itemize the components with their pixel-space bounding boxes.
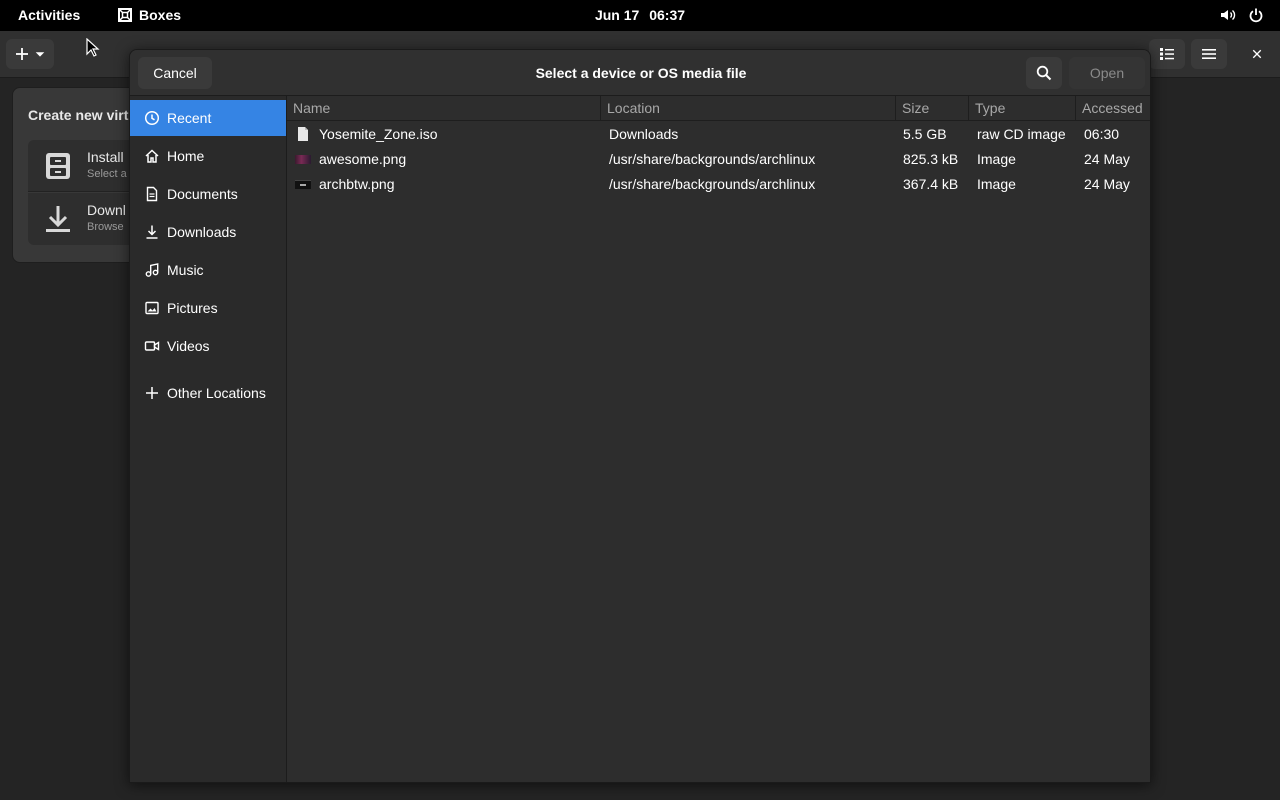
sidebar-divider bbox=[130, 416, 286, 417]
install-media-icon bbox=[46, 153, 70, 179]
file-list: Name Location Size Type Accessed Yosemit… bbox=[287, 96, 1150, 782]
dialog-headerbar: Cancel Select a device or OS media file … bbox=[130, 50, 1150, 96]
file-name: awesome.png bbox=[319, 151, 407, 167]
file-type: Image bbox=[977, 176, 1016, 192]
search-button[interactable] bbox=[1026, 57, 1062, 89]
file-name: archbtw.png bbox=[319, 176, 395, 192]
sidebar-item-recent[interactable]: Recent bbox=[130, 100, 286, 136]
list-view-icon bbox=[1160, 48, 1174, 60]
hamburger-icon bbox=[1202, 49, 1216, 59]
home-icon bbox=[145, 149, 159, 163]
sidebar-item-label: Music bbox=[167, 262, 204, 278]
close-icon bbox=[1252, 49, 1262, 59]
file-location: /usr/share/backgrounds/archlinux bbox=[609, 151, 816, 167]
file-location: Downloads bbox=[609, 126, 679, 142]
search-icon bbox=[1036, 65, 1052, 81]
file-accessed: 24 May bbox=[1084, 151, 1130, 167]
column-header-size[interactable]: Size bbox=[896, 96, 969, 121]
file-accessed: 24 May bbox=[1084, 176, 1130, 192]
sidebar-item-other-locations[interactable]: Other Locations bbox=[130, 375, 286, 411]
close-window-button[interactable] bbox=[1239, 39, 1275, 69]
plus-icon bbox=[15, 48, 28, 60]
sidebar-item-pictures[interactable]: Pictures bbox=[130, 290, 286, 326]
picture-icon bbox=[145, 301, 159, 315]
system-tray[interactable] bbox=[1220, 7, 1264, 23]
new-vm-button[interactable] bbox=[6, 39, 54, 69]
sidebar-item-label: Videos bbox=[167, 338, 210, 354]
dialog-title: Select a device or OS media file bbox=[535, 65, 747, 81]
file-row[interactable]: awesome.png /usr/share/backgrounds/archl… bbox=[287, 147, 1150, 172]
video-icon bbox=[144, 341, 160, 351]
clock[interactable]: Jun 17 06:37 bbox=[0, 7, 1280, 23]
sidebar-item-label: Pictures bbox=[167, 300, 218, 316]
download-card-title: Downl bbox=[87, 202, 126, 218]
sidebar-item-music[interactable]: Music bbox=[130, 252, 286, 288]
column-header-type[interactable]: Type bbox=[969, 96, 1076, 121]
sidebar-item-home[interactable]: Home bbox=[130, 138, 286, 174]
file-location: /usr/share/backgrounds/archlinux bbox=[609, 176, 816, 192]
sidebar-item-videos[interactable]: Videos bbox=[130, 328, 286, 364]
file-accessed: 06:30 bbox=[1084, 126, 1120, 142]
sidebar-item-label: Documents bbox=[167, 186, 238, 202]
places-sidebar: Recent Home Documents Downloads Music Pi… bbox=[130, 96, 287, 782]
top-bar: Activities Boxes Jun 17 06:37 bbox=[0, 0, 1280, 31]
sidebar-item-label: Home bbox=[167, 148, 205, 164]
image-thumbnail bbox=[295, 155, 311, 164]
file-name: Yosemite_Zone.iso bbox=[319, 126, 438, 142]
document-icon bbox=[146, 186, 158, 202]
install-card-title: Install bbox=[87, 149, 124, 165]
file-row[interactable]: archbtw.png /usr/share/backgrounds/archl… bbox=[287, 172, 1150, 197]
install-card-subtitle: Select a bbox=[87, 168, 127, 180]
sidebar-item-label: Recent bbox=[167, 110, 212, 126]
column-header-name[interactable]: Name bbox=[287, 96, 601, 121]
power-icon[interactable] bbox=[1248, 7, 1264, 23]
file-size: 5.5 GB bbox=[903, 126, 947, 142]
file-size: 367.4 kB bbox=[903, 176, 959, 192]
column-header-accessed[interactable]: Accessed bbox=[1076, 96, 1150, 121]
mouse-cursor-icon bbox=[86, 38, 100, 57]
plus-icon bbox=[146, 387, 158, 399]
sidebar-item-downloads[interactable]: Downloads bbox=[130, 214, 286, 250]
volume-icon[interactable] bbox=[1220, 7, 1236, 23]
clock-time: 06:37 bbox=[649, 7, 686, 23]
sidebar-item-label: Other Locations bbox=[167, 385, 266, 401]
image-thumbnail bbox=[295, 180, 311, 189]
main-menu-button[interactable] bbox=[1191, 39, 1227, 69]
file-type: Image bbox=[977, 151, 1016, 167]
clock-icon bbox=[144, 110, 160, 126]
sidebar-item-label: Downloads bbox=[167, 224, 237, 240]
download-card-subtitle: Browse bbox=[87, 221, 124, 233]
music-icon bbox=[145, 263, 159, 277]
column-headers: Name Location Size Type Accessed bbox=[287, 96, 1150, 121]
file-icon bbox=[298, 127, 308, 141]
file-type: raw CD image bbox=[977, 126, 1066, 142]
file-row[interactable]: Yosemite_Zone.iso Downloads 5.5 GB raw C… bbox=[287, 122, 1150, 147]
chevron-down-icon bbox=[35, 52, 44, 57]
download-icon bbox=[146, 225, 158, 239]
sidebar-item-documents[interactable]: Documents bbox=[130, 176, 286, 212]
file-size: 825.3 kB bbox=[903, 151, 959, 167]
column-header-location[interactable]: Location bbox=[601, 96, 896, 121]
popover-title: Create new virt bbox=[28, 107, 129, 123]
list-view-button[interactable] bbox=[1149, 39, 1185, 69]
open-button[interactable]: Open bbox=[1069, 57, 1145, 89]
clock-date: Jun 17 bbox=[594, 7, 640, 23]
file-chooser-dialog: Cancel Select a device or OS media file … bbox=[129, 49, 1151, 783]
download-icon bbox=[46, 206, 70, 232]
